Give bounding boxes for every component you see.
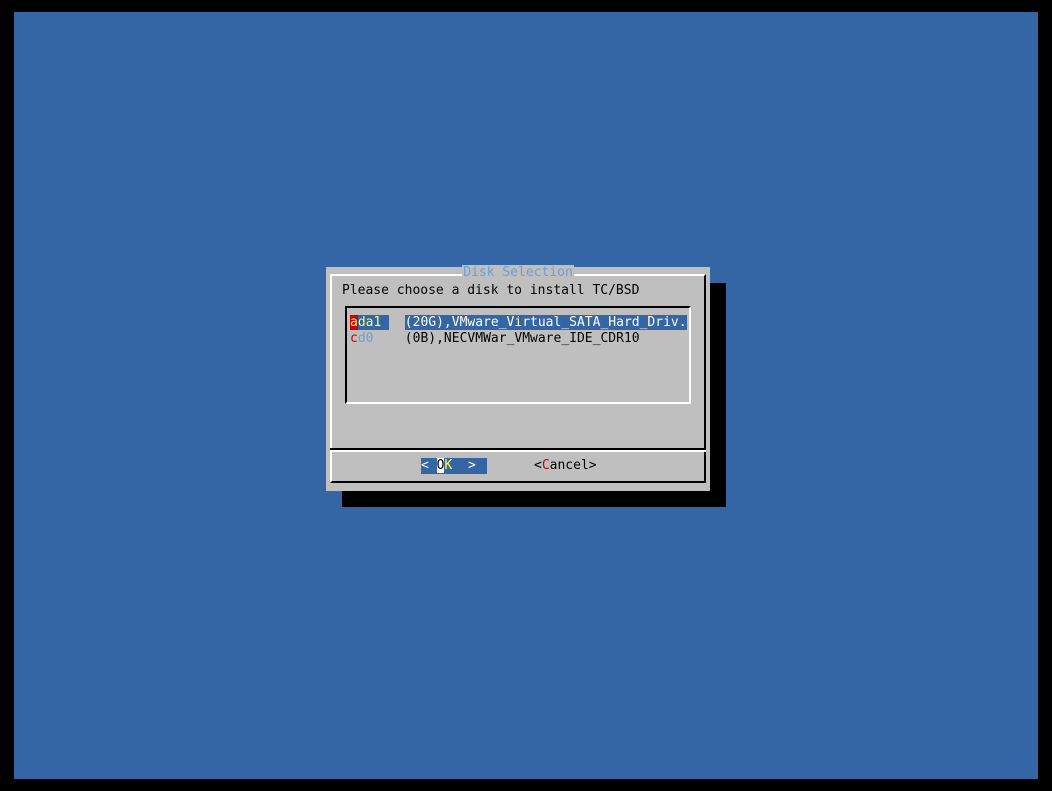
disk-item-tag: da1 bbox=[357, 315, 382, 330]
disk-list[interactable]: ada1 (20G),VMware_Virtual_SATA_Hard_Driv… bbox=[345, 306, 691, 404]
disk-item-hotkey: c bbox=[350, 331, 358, 346]
ok-right-bracket: > bbox=[452, 458, 476, 473]
disk-item-hotkey: a bbox=[350, 315, 358, 330]
dialog-title-text: Disk Selection bbox=[462, 265, 574, 280]
disk-item-tag-pad bbox=[381, 315, 390, 330]
disk-item-cd0[interactable]: cd0 (0B),NECVMWar_VMware_IDE_CDR10 bbox=[350, 331, 640, 347]
disk-item-description: (0B),NECVMWar_VMware_IDE_CDR10 bbox=[404, 331, 640, 346]
cancel-left-bracket: < bbox=[534, 458, 542, 473]
cancel-hotkey: C bbox=[541, 458, 550, 473]
cancel-label-rest: ancel bbox=[549, 458, 589, 473]
cancel-button[interactable]: <Cancel> bbox=[534, 458, 597, 474]
cancel-right-bracket: > bbox=[588, 458, 597, 473]
disk-item-gap bbox=[373, 331, 404, 346]
disk-item-ada1[interactable]: ada1 (20G),VMware_Virtual_SATA_Hard_Driv… bbox=[350, 315, 687, 331]
ok-button[interactable]: < OK > bbox=[421, 458, 487, 474]
ok-left-bracket: < bbox=[421, 458, 437, 473]
disk-item-tag: d0 bbox=[357, 331, 374, 346]
button-separator bbox=[330, 450, 706, 452]
dialog-title: Disk Selection bbox=[326, 265, 710, 280]
dialog-prompt: Please choose a disk to install TC/BSD bbox=[342, 283, 640, 298]
disk-item-gap bbox=[389, 315, 405, 330]
disk-item-description: (20G),VMware_Virtual_SATA_Hard_Driv. bbox=[404, 315, 687, 330]
